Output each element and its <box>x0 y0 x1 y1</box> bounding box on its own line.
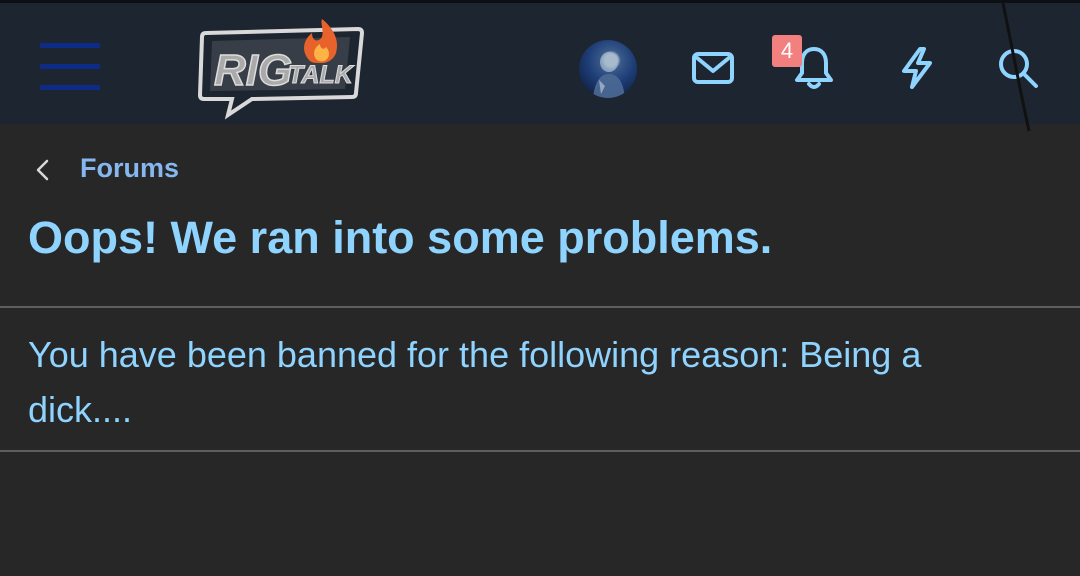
menu-line <box>40 64 100 69</box>
page-title: Oops! We ran into some problems. <box>28 212 773 263</box>
screen-scratch-line <box>1001 3 1031 132</box>
chevron-left-icon[interactable] <box>32 158 52 182</box>
breadcrumb-link-forums[interactable]: Forums <box>80 153 179 184</box>
logo-text-primary: RIG <box>214 46 292 95</box>
divider <box>0 450 1080 452</box>
alerts-badge[interactable]: 4 <box>772 35 802 67</box>
menu-line <box>40 43 100 48</box>
logo-text-secondary: TALK <box>288 61 355 89</box>
menu-line <box>40 85 100 90</box>
top-navigation-bar: RIG TALK 4 <box>0 0 1080 132</box>
ban-message: You have been banned for the following r… <box>28 334 922 430</box>
site-logo[interactable]: RIG TALK <box>190 17 370 121</box>
user-avatar[interactable] <box>579 40 637 98</box>
avatar-image <box>593 52 625 98</box>
envelope-icon[interactable] <box>688 43 738 93</box>
lightning-bolt-icon[interactable] <box>892 43 942 93</box>
divider <box>0 306 1080 308</box>
hamburger-menu-icon[interactable] <box>40 41 102 95</box>
flame-icon <box>304 19 338 63</box>
